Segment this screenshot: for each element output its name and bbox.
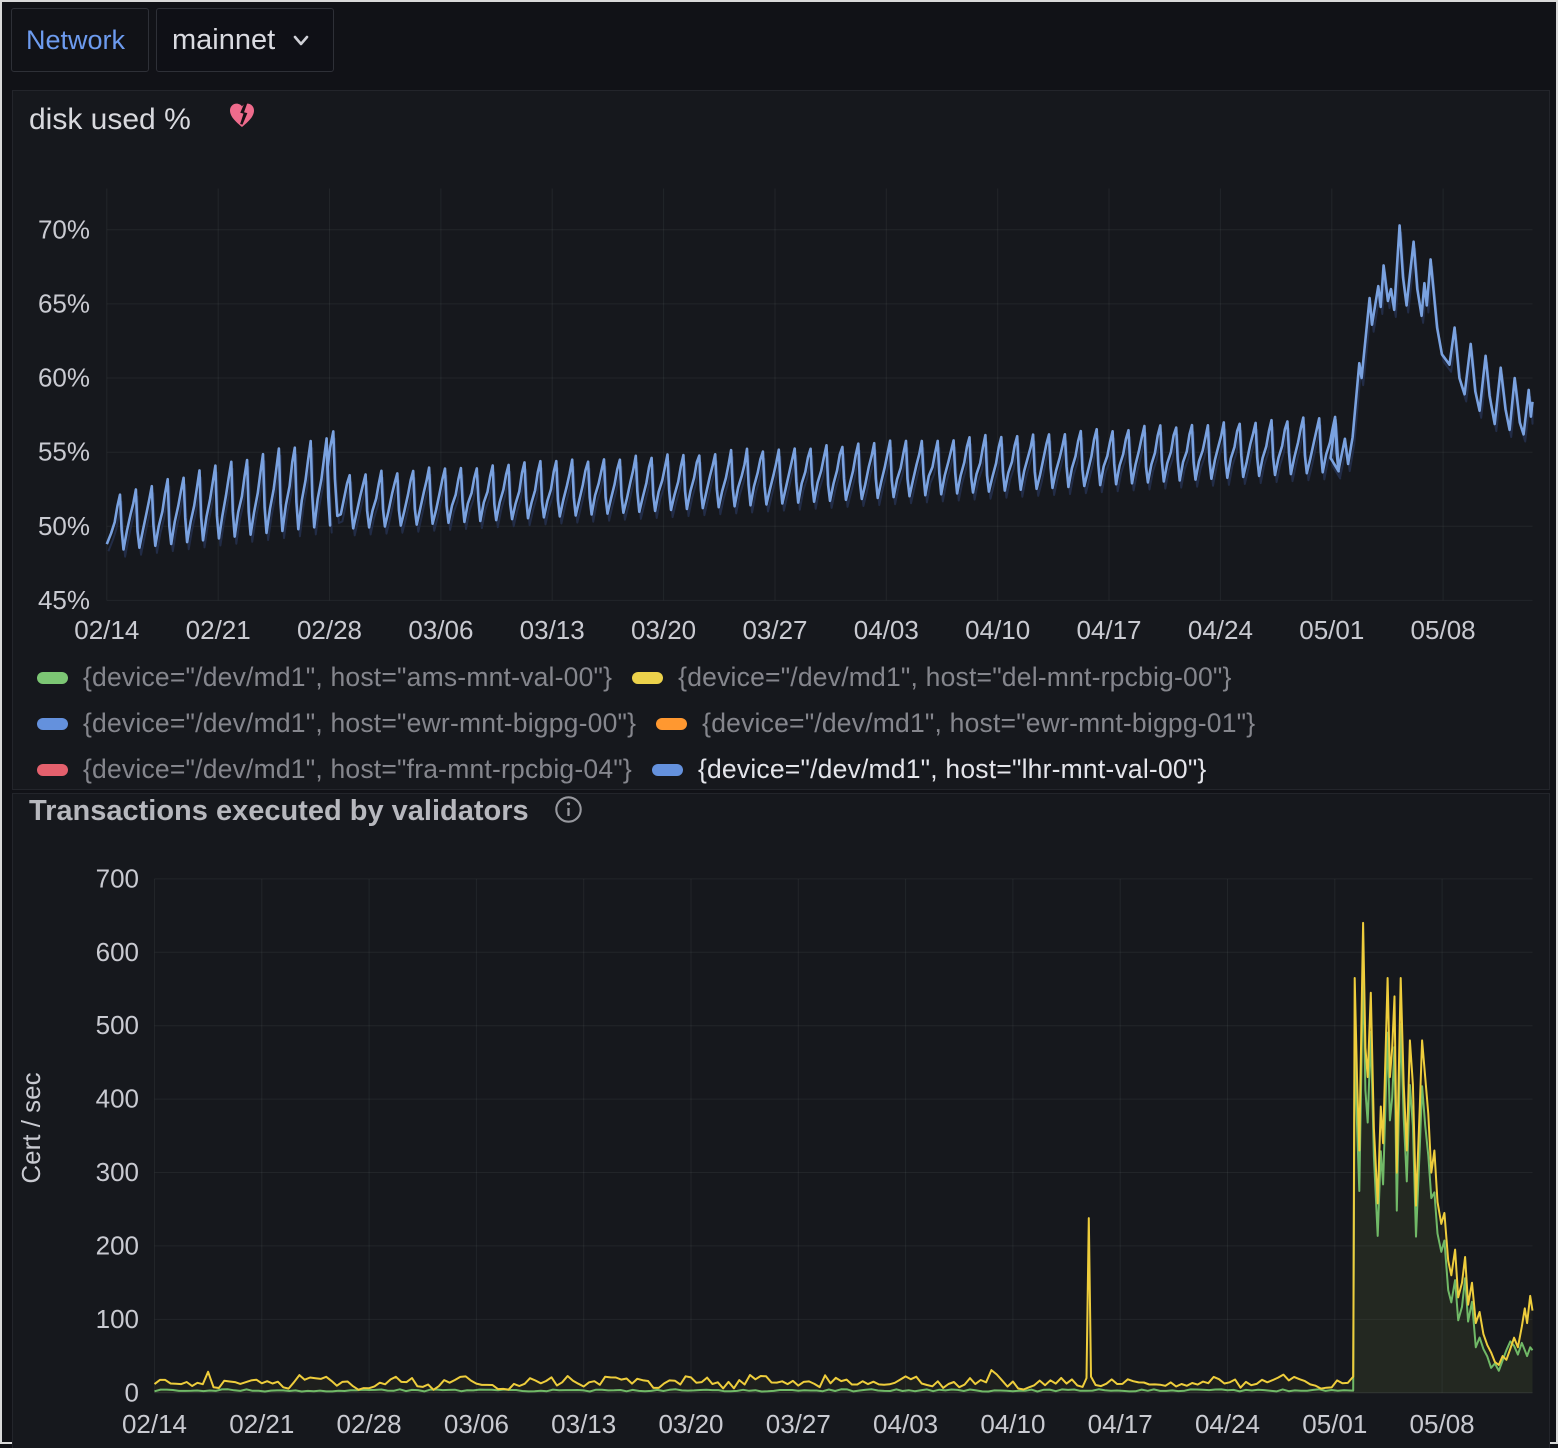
svg-text:03/06: 03/06 (408, 615, 473, 645)
svg-text:05/01: 05/01 (1302, 1409, 1367, 1439)
svg-text:400: 400 (96, 1084, 139, 1114)
svg-text:100: 100 (96, 1304, 139, 1334)
svg-text:04/24: 04/24 (1195, 1409, 1260, 1439)
svg-text:02/14: 02/14 (74, 615, 139, 645)
svg-text:05/08: 05/08 (1411, 615, 1476, 645)
svg-text:02/14: 02/14 (122, 1409, 187, 1439)
svg-text:55%: 55% (38, 437, 90, 467)
svg-text:04/17: 04/17 (1076, 615, 1141, 645)
svg-text:0: 0 (125, 1377, 139, 1407)
svg-text:200: 200 (96, 1230, 139, 1260)
svg-text:03/27: 03/27 (766, 1409, 831, 1439)
svg-text:65%: 65% (38, 288, 90, 318)
svg-text:05/08: 05/08 (1410, 1409, 1475, 1439)
svg-text:45%: 45% (38, 585, 90, 615)
svg-text:Cert / sec: Cert / sec (16, 1072, 46, 1183)
svg-text:700: 700 (96, 863, 139, 893)
svg-text:70%: 70% (38, 214, 90, 244)
svg-text:03/06: 03/06 (444, 1409, 509, 1439)
svg-text:02/21: 02/21 (229, 1409, 294, 1439)
svg-text:03/13: 03/13 (551, 1409, 616, 1439)
svg-text:02/28: 02/28 (297, 615, 362, 645)
svg-text:60%: 60% (38, 363, 90, 393)
svg-text:03/13: 03/13 (520, 615, 585, 645)
svg-text:03/27: 03/27 (742, 615, 807, 645)
svg-text:04/03: 04/03 (873, 1409, 938, 1439)
svg-text:04/17: 04/17 (1088, 1409, 1153, 1439)
svg-text:04/03: 04/03 (854, 615, 919, 645)
svg-text:02/21: 02/21 (186, 615, 251, 645)
svg-text:05/01: 05/01 (1299, 615, 1364, 645)
svg-text:50%: 50% (38, 511, 90, 541)
svg-text:04/10: 04/10 (980, 1409, 1045, 1439)
svg-text:02/28: 02/28 (337, 1409, 402, 1439)
svg-text:04/10: 04/10 (965, 615, 1030, 645)
svg-text:600: 600 (96, 937, 139, 967)
svg-text:03/20: 03/20 (658, 1409, 723, 1439)
svg-text:500: 500 (96, 1010, 139, 1040)
svg-text:03/20: 03/20 (631, 615, 696, 645)
svg-text:300: 300 (96, 1157, 139, 1187)
svg-text:04/24: 04/24 (1188, 615, 1253, 645)
